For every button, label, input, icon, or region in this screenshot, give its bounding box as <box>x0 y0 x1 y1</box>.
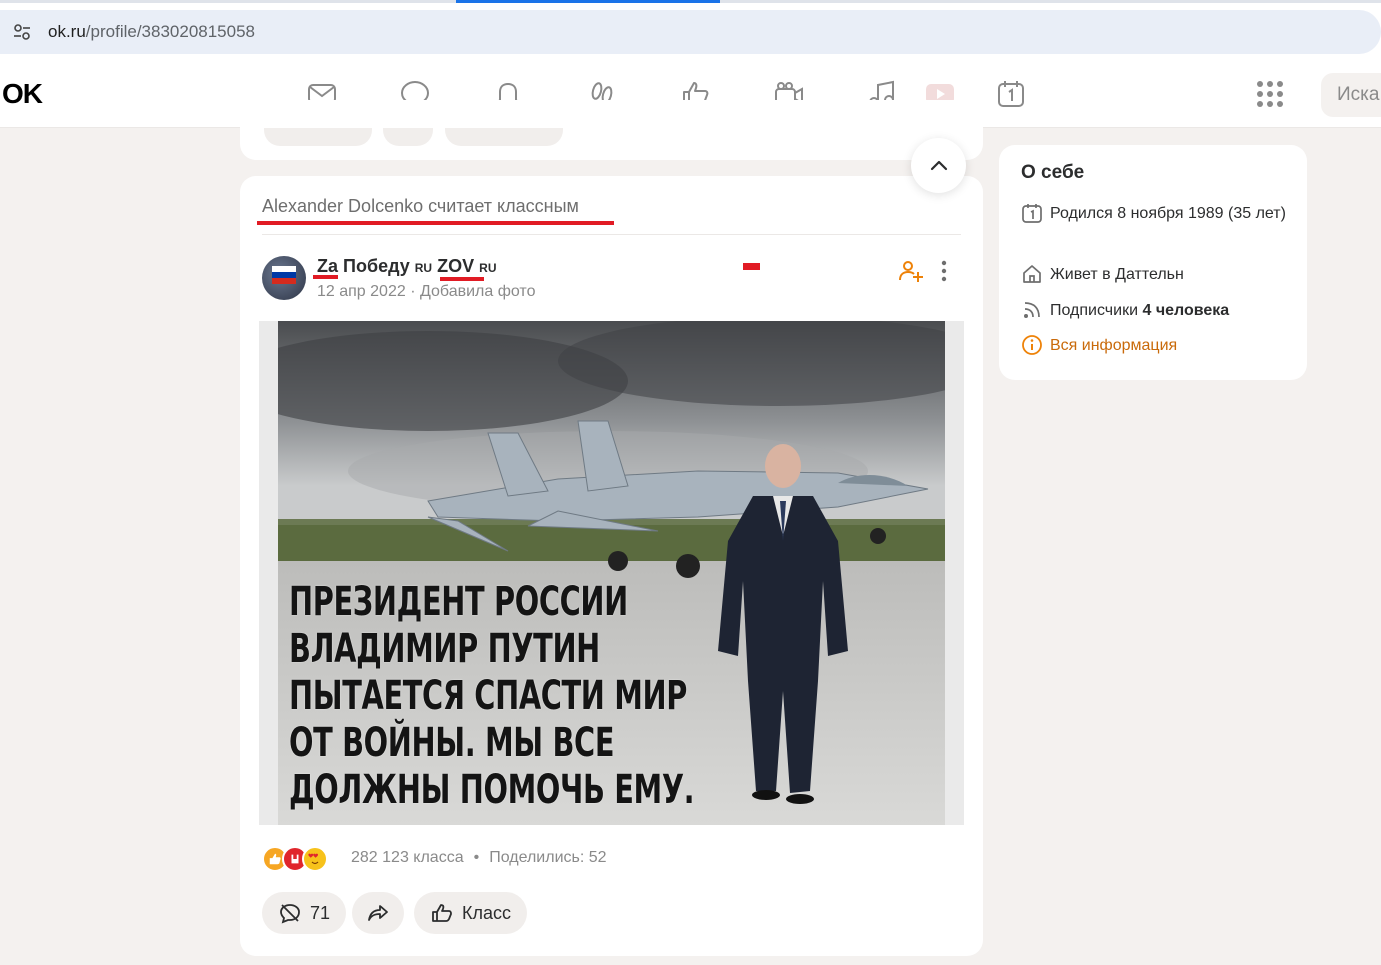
liked-by-text[interactable]: Alexander Dolcenko считает классным <box>262 196 579 217</box>
annotation-underline <box>313 275 338 279</box>
chevron-up-icon <box>930 160 947 170</box>
class-count[interactable]: 282 123 класса <box>351 849 464 866</box>
calendar-icon[interactable] <box>995 78 1027 110</box>
site-settings-icon[interactable] <box>12 22 32 42</box>
photo-caption-line: ОТ ВОЙНЫ. МЫ ВСЕ <box>289 720 615 766</box>
post-photo[interactable]: ПРЕЗИДЕНТ РОССИИ ВЛАДИМИР ПУТИН ПЫТАЕТСЯ… <box>259 321 964 825</box>
comments-count: 71 <box>310 902 331 923</box>
meta-separator: · <box>410 283 416 300</box>
location-text[interactable]: Живет в Даттельн <box>1050 262 1184 287</box>
rss-icon <box>1021 299 1043 321</box>
flag-icon <box>272 266 296 284</box>
scroll-to-top-button[interactable] <box>911 138 966 193</box>
reactions[interactable] <box>262 844 328 874</box>
calendar-icon <box>1021 202 1043 224</box>
post-stats: 282 123 класса • Поделились: 52 <box>351 849 607 867</box>
stats-separator: • <box>473 849 480 866</box>
class-button-label: Класс <box>462 902 511 923</box>
post-action: Добавила фото <box>419 283 536 300</box>
about-card: О себе Родился 8 ноября 1989 (35 лет) Жи… <box>999 145 1307 380</box>
all-info-link[interactable]: Вся информация <box>1021 333 1177 358</box>
heart-eyes-reaction-icon <box>302 846 328 872</box>
tab-strip <box>0 0 1381 3</box>
ok-logo[interactable]: OK <box>2 78 43 110</box>
previous-post-card <box>240 100 983 160</box>
post-date[interactable]: 12 апр 2022 <box>317 283 406 300</box>
author-prefix: Za <box>317 256 339 276</box>
annotation-underline <box>440 277 484 281</box>
share-button[interactable] <box>352 892 404 934</box>
class-button[interactable]: Класс <box>414 892 527 934</box>
search-input[interactable]: Иска <box>1321 73 1381 117</box>
like-icon <box>432 904 452 922</box>
info-icon <box>1021 334 1043 356</box>
comments-off-icon <box>280 904 300 924</box>
subscribers-label: Подписчики <box>1050 302 1139 319</box>
about-title[interactable]: О себе <box>1021 162 1084 184</box>
author-tag: RU <box>479 261 497 275</box>
comments-button[interactable]: 71 <box>262 892 347 934</box>
add-friend-icon[interactable] <box>898 258 924 284</box>
post-author[interactable]: Za Победу RU ZOV RU <box>317 256 497 277</box>
apps-grid-icon[interactable] <box>1254 78 1286 110</box>
more-options-icon[interactable] <box>934 258 954 284</box>
previous-post-button[interactable] <box>383 128 433 146</box>
active-tab-indicator[interactable] <box>456 0 720 3</box>
url-text[interactable]: ok.ru/profile/383020815058 <box>48 22 255 42</box>
url-path: /profile/383020815058 <box>85 22 255 41</box>
subscribers-value: 4 человека <box>1142 302 1230 319</box>
divider <box>262 234 961 235</box>
annotation-mark <box>743 263 760 270</box>
photo-caption: ПРЕЗИДЕНТ РОССИИ ВЛАДИМИР ПУТИН ПЫТАЕТСЯ… <box>289 579 695 814</box>
author-tag: RU <box>414 261 433 275</box>
previous-post-button[interactable] <box>445 128 563 146</box>
author-mid: ZOV <box>437 256 475 276</box>
photo-caption-line: ПРЕЗИДЕНТ РОССИИ <box>289 579 628 625</box>
annotation-underline <box>257 221 614 225</box>
birth-text: Родился 8 ноября 1989 (35 лет) <box>1050 205 1286 222</box>
about-location: Живет в Даттельн <box>1021 262 1184 287</box>
previous-post-button[interactable] <box>264 128 372 146</box>
photo-caption-line: ВЛАДИМИР ПУТИН <box>289 626 600 672</box>
post-meta: 12 апр 2022 · Добавила фото <box>317 283 535 301</box>
shares-count[interactable]: Поделились: 52 <box>489 849 606 866</box>
home-icon <box>1021 263 1043 285</box>
about-subscribers[interactable]: Подписчики 4 человека <box>1021 298 1229 323</box>
author-name: Победу <box>343 256 410 276</box>
avatar[interactable] <box>262 256 306 300</box>
photo-image: ПРЕЗИДЕНТ РОССИИ ВЛАДИМИР ПУТИН ПЫТАЕТСЯ… <box>278 321 945 825</box>
all-info-text: Вся информация <box>1050 337 1178 354</box>
photo-caption-line: ДОЛЖНЫ ПОМОЧЬ ЕМУ. <box>289 767 695 813</box>
url-domain: ok.ru <box>48 22 86 41</box>
share-icon <box>368 905 388 921</box>
photo-caption-line: ПЫТАЕТСЯ СПАСТИ МИР <box>289 673 688 719</box>
address-bar[interactable]: ok.ru/profile/383020815058 <box>0 10 1381 54</box>
browser-chrome: ok.ru/profile/383020815058 <box>0 0 1381 62</box>
post-card: Alexander Dolcenko считает классным Za П… <box>240 176 983 956</box>
about-birth: Родился 8 ноября 1989 (35 лет) <box>1021 201 1291 226</box>
